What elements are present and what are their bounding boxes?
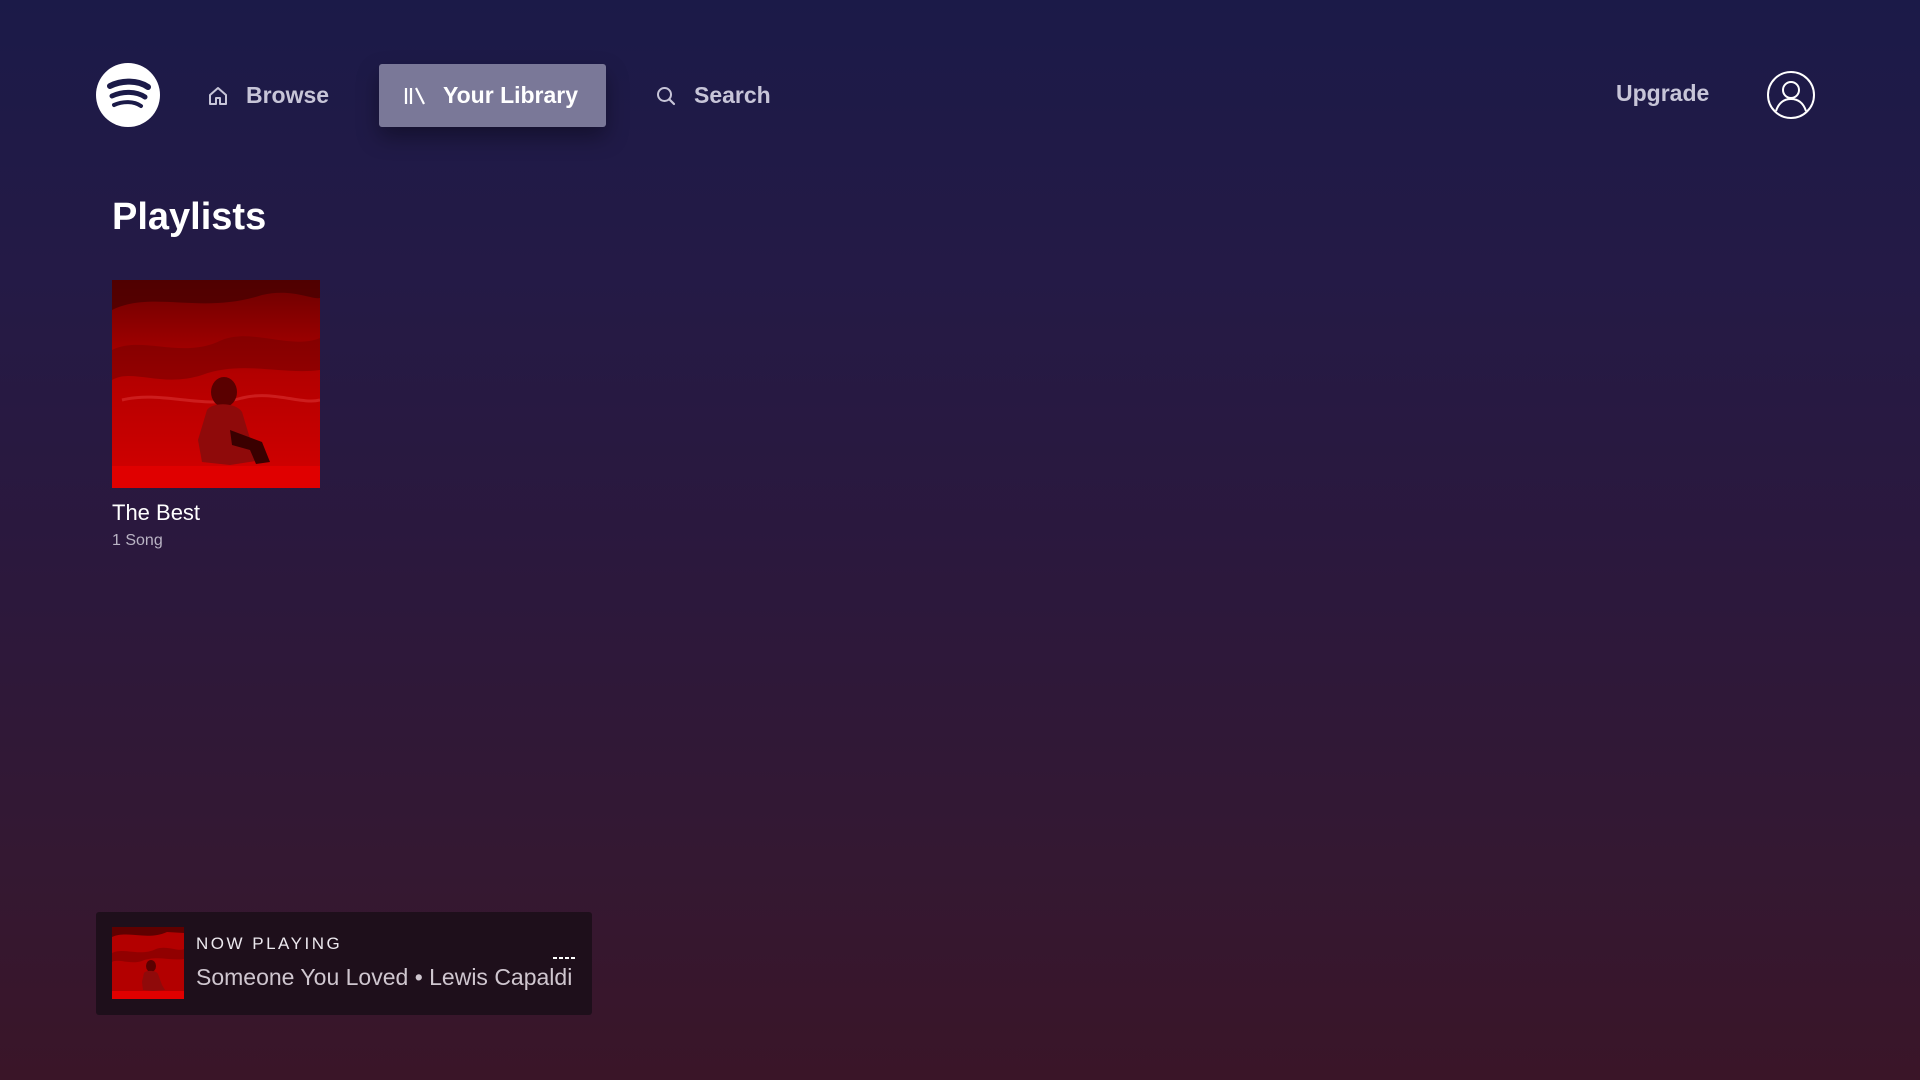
nav-your-library-label: Your Library (443, 82, 579, 108)
playlist-card[interactable]: The Best 1 Song (112, 280, 320, 550)
nav-browse-label: Browse (246, 82, 330, 108)
playlist-song-count: 1 Song (112, 532, 163, 549)
now-playing-bar[interactable]: NOW PLAYING Someone You Loved • Lewis Ca… (96, 912, 592, 1015)
library-icon (403, 84, 427, 108)
nav-search[interactable]: Search (654, 64, 771, 127)
upgrade-button[interactable]: Upgrade (1616, 80, 1709, 107)
nav-browse[interactable]: Browse (206, 64, 329, 127)
nav-your-library[interactable]: Your Library (379, 64, 606, 127)
top-navigation: Browse Your Library Search Upgrade (0, 0, 1920, 200)
now-playing-track: Someone You Loved • Lewis Capaldi (196, 964, 573, 990)
spotify-logo-icon[interactable] (96, 63, 160, 127)
nav-search-label: Search (694, 82, 771, 108)
search-icon (654, 84, 678, 108)
playing-equalizer-icon (553, 948, 575, 959)
playlist-cover-art (112, 280, 320, 488)
home-icon (206, 84, 230, 108)
user-profile-icon[interactable] (1766, 70, 1816, 120)
section-title-playlists: Playlists (112, 196, 267, 238)
playlist-name: The Best (112, 500, 201, 525)
now-playing-label: NOW PLAYING (196, 934, 343, 953)
now-playing-cover-art (112, 927, 184, 999)
